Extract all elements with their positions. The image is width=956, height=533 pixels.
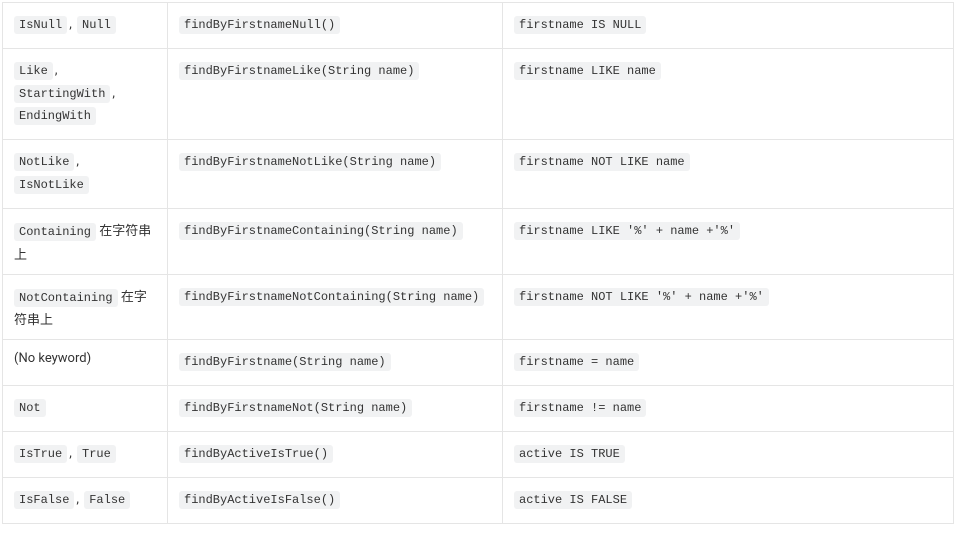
sample-cell: findByFirstnameLike(String name) bbox=[168, 48, 503, 139]
table-row: NotContaining 在字符串上 findByFirstnameNotCon… bbox=[3, 274, 954, 340]
snippet-code: active IS FALSE bbox=[514, 491, 632, 509]
keyword-code: IsNotLike bbox=[14, 176, 89, 194]
keyword-code: IsTrue bbox=[14, 445, 67, 463]
keyword-separator: , bbox=[76, 492, 82, 507]
keyword-plain: (No keyword) bbox=[14, 351, 91, 366]
table-row: IsNull, Null findByFirstnameNull() firstna… bbox=[3, 3, 954, 49]
sample-cell: findByFirstnameNotContaining(String name… bbox=[168, 274, 503, 340]
snippet-cell: active IS TRUE bbox=[503, 431, 954, 477]
keyword-cell: IsTrue, True bbox=[3, 431, 168, 477]
keyword-code: NotLike bbox=[14, 153, 74, 171]
snippet-code: firstname != name bbox=[514, 399, 646, 417]
snippet-code: firstname = name bbox=[514, 353, 639, 371]
snippet-cell: firstname LIKE name bbox=[503, 48, 954, 139]
snippet-cell: firstname LIKE '%' + name +'%' bbox=[503, 208, 954, 274]
sample-code: findByFirstnameNull() bbox=[179, 16, 340, 34]
keyword-cell: NotContaining 在字符串上 bbox=[3, 274, 168, 340]
sample-cell: findByFirstnameNotLike(String name) bbox=[168, 140, 503, 209]
snippet-cell: firstname NOT LIKE '%' + name +'%' bbox=[503, 274, 954, 340]
snippet-code: firstname LIKE name bbox=[514, 62, 661, 80]
sample-code: findByFirstnameNotContaining(String name… bbox=[179, 288, 484, 306]
keyword-cell: IsNull, Null bbox=[3, 3, 168, 49]
keyword-cell: IsFalse, False bbox=[3, 477, 168, 523]
keyword-separator: , bbox=[55, 63, 58, 78]
sample-cell: findByFirstnameNot(String name) bbox=[168, 386, 503, 432]
snippet-cell: firstname != name bbox=[503, 386, 954, 432]
keyword-code: IsFalse bbox=[14, 491, 74, 509]
sample-cell: findByFirstnameNull() bbox=[168, 3, 503, 49]
table-row: (No keyword) findByFirstname(String name)… bbox=[3, 340, 954, 386]
table-row: Containing 在字符串上 findByFirstnameContainin… bbox=[3, 208, 954, 274]
sample-code: findByActiveIsFalse() bbox=[179, 491, 340, 509]
keyword-cell: Containing 在字符串上 bbox=[3, 208, 168, 274]
keyword-code: Null bbox=[77, 16, 116, 34]
sample-code: findByFirstnameNotLike(String name) bbox=[179, 153, 441, 171]
snippet-code: active IS TRUE bbox=[514, 445, 625, 463]
keyword-cell: NotLike, IsNotLike bbox=[3, 140, 168, 209]
sample-cell: findByActiveIsTrue() bbox=[168, 431, 503, 477]
keyword-code: StartingWith bbox=[14, 85, 110, 103]
snippet-code: firstname NOT LIKE name bbox=[514, 153, 690, 171]
sample-cell: findByFirstnameContaining(String name) bbox=[168, 208, 503, 274]
snippet-code: firstname LIKE '%' + name +'%' bbox=[514, 222, 740, 240]
keyword-separator: , bbox=[76, 154, 79, 169]
snippet-code: firstname IS NULL bbox=[514, 16, 646, 34]
table-row: IsFalse, False findByActiveIsFalse() activ… bbox=[3, 477, 954, 523]
sample-code: findByFirstnameContaining(String name) bbox=[179, 222, 463, 240]
keyword-code: EndingWith bbox=[14, 107, 96, 125]
table-row: Not findByFirstnameNot(String name) firstn… bbox=[3, 386, 954, 432]
snippet-cell: firstname = name bbox=[503, 340, 954, 386]
keyword-code: Like bbox=[14, 62, 53, 80]
snippet-code: firstname NOT LIKE '%' + name +'%' bbox=[514, 288, 769, 306]
table-body: IsNull, Null findByFirstnameNull() firstna… bbox=[3, 3, 954, 524]
keyword-separator: , bbox=[69, 446, 75, 461]
keyword-separator: , bbox=[112, 86, 115, 101]
keyword-cell: Like, StartingWith, EndingWith bbox=[3, 48, 168, 139]
keyword-code: True bbox=[77, 445, 116, 463]
sample-code: findByFirstname(String name) bbox=[179, 353, 391, 371]
keyword-cell: Not bbox=[3, 386, 168, 432]
keyword-separator: , bbox=[69, 17, 75, 32]
keyword-mapping-table: IsNull, Null findByFirstnameNull() firstna… bbox=[2, 2, 954, 524]
keyword-code: Not bbox=[14, 399, 46, 417]
sample-cell: findByActiveIsFalse() bbox=[168, 477, 503, 523]
table-row: IsTrue, True findByActiveIsTrue() active I… bbox=[3, 431, 954, 477]
snippet-cell: firstname IS NULL bbox=[503, 3, 954, 49]
keyword-code: NotContaining bbox=[14, 289, 118, 307]
keyword-code: Containing bbox=[14, 223, 96, 241]
sample-code: findByFirstnameLike(String name) bbox=[179, 62, 419, 80]
sample-code: findByFirstnameNot(String name) bbox=[179, 399, 412, 417]
sample-code: findByActiveIsTrue() bbox=[179, 445, 333, 463]
snippet-cell: active IS FALSE bbox=[503, 477, 954, 523]
keyword-code: IsNull bbox=[14, 16, 67, 34]
keyword-code: False bbox=[84, 491, 130, 509]
table-row: NotLike, IsNotLike findByFirstnameNotLike… bbox=[3, 140, 954, 209]
keyword-cell: (No keyword) bbox=[3, 340, 168, 386]
table-row: Like, StartingWith, EndingWith findByFirs… bbox=[3, 48, 954, 139]
sample-cell: findByFirstname(String name) bbox=[168, 340, 503, 386]
snippet-cell: firstname NOT LIKE name bbox=[503, 140, 954, 209]
